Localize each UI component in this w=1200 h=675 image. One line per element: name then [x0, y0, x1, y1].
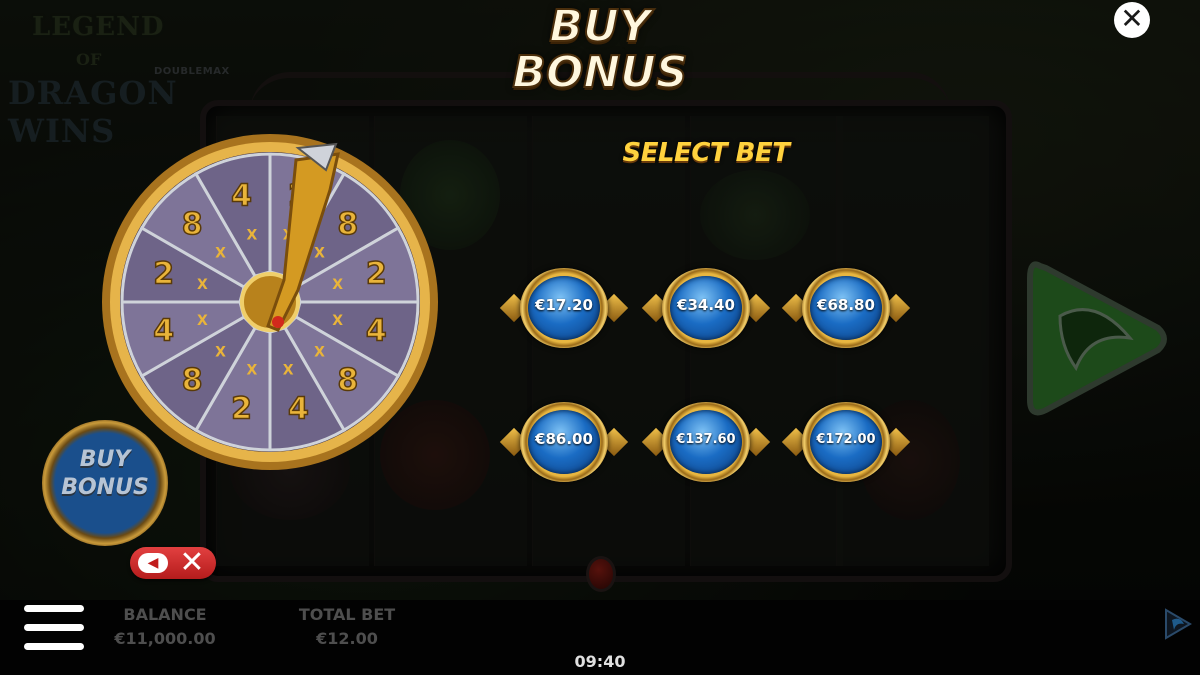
wheel-multiplier-value: 8 [337, 207, 358, 242]
wheel-x-symbol: X [215, 344, 226, 360]
bet-option-button[interactable]: €86.00 [499, 402, 629, 482]
balance-value: €11,000.00 [114, 629, 216, 648]
wheel-multiplier-value: 4 [366, 313, 387, 348]
title-line-1: BUY [548, 1, 651, 52]
bet-option-value: €34.40 [677, 296, 735, 314]
buy-bonus-title: BUY BONUS [490, 1, 710, 98]
close-icon[interactable]: ✕ [1114, 2, 1150, 38]
wheel-x-symbol: X [197, 277, 208, 293]
wheel-x-symbol: X [215, 246, 226, 262]
total-bet-value: €12.00 [316, 629, 378, 648]
wheel-x-symbol: X [314, 344, 325, 360]
balance-label: BALANCE [123, 605, 207, 624]
provider-logo-icon [1165, 608, 1192, 640]
wheel-x-symbol: X [283, 363, 294, 379]
wheel-multiplier-value: 8 [337, 363, 358, 398]
select-bet-label: SELECT BET [622, 138, 791, 168]
bet-option-button[interactable]: €17.20 [499, 268, 629, 348]
wheel-multiplier-value: 8 [182, 207, 203, 242]
wheel-x-symbol: X [197, 313, 208, 329]
side-button-line-2: BONUS [61, 475, 149, 500]
bet-option-value: €172.00 [816, 432, 876, 447]
wheel-x-symbol: X [246, 227, 257, 243]
wheel-multiplier-value: 2 [153, 257, 174, 292]
cancel-button[interactable]: ◀ ✕ [130, 547, 216, 579]
close-x-icon: ✕ [179, 545, 205, 580]
hamburger-menu-icon[interactable] [24, 605, 84, 651]
wheel-x-symbol: X [332, 313, 343, 329]
bet-option-value: €68.80 [817, 296, 875, 314]
bet-option-button[interactable]: €172.00 [781, 402, 911, 482]
buy-bonus-side-button[interactable]: BUY BONUS [30, 416, 180, 550]
game-screen: LEGEND OF DOUBLEMAX DRAGON WINS 2X8X2X4X… [0, 0, 1200, 675]
wheel-multiplier-value: 4 [231, 179, 252, 214]
wheel-x-symbol: X [332, 277, 343, 293]
spin-button[interactable] [1020, 256, 1170, 422]
clock: 09:40 [574, 652, 626, 671]
dragon-symbol [700, 170, 810, 260]
red-gem-ornament [586, 556, 616, 592]
wheel-multiplier-value: 2 [231, 391, 252, 426]
bet-option-button[interactable]: €34.40 [641, 268, 771, 348]
wheel-multiplier-value: 4 [153, 313, 174, 348]
bet-option-button[interactable]: €137.60 [641, 402, 771, 482]
wheel-multiplier-value: 8 [182, 363, 203, 398]
logo-line-2: OF [76, 50, 102, 69]
total-bet-label: TOTAL BET [298, 605, 396, 624]
title-line-2: BONUS [511, 47, 688, 98]
logo-line-1: LEGEND [32, 12, 165, 42]
wheel-x-symbol: X [246, 363, 257, 379]
wheel-x-symbol: X [314, 246, 325, 262]
side-button-line-1: BUY [79, 447, 131, 472]
bet-option-button[interactable]: €68.80 [781, 268, 911, 348]
bet-option-value: €17.20 [535, 296, 593, 314]
game-logo: LEGEND OF DOUBLEMAX DRAGON WINS [4, 2, 244, 150]
back-arrow-icon: ◀ [138, 553, 168, 573]
bet-option-value: €86.00 [535, 430, 593, 448]
bet-option-value: €137.60 [676, 432, 736, 447]
wheel-multiplier-value: 2 [366, 257, 387, 292]
wheel-multiplier-value: 4 [288, 391, 309, 426]
